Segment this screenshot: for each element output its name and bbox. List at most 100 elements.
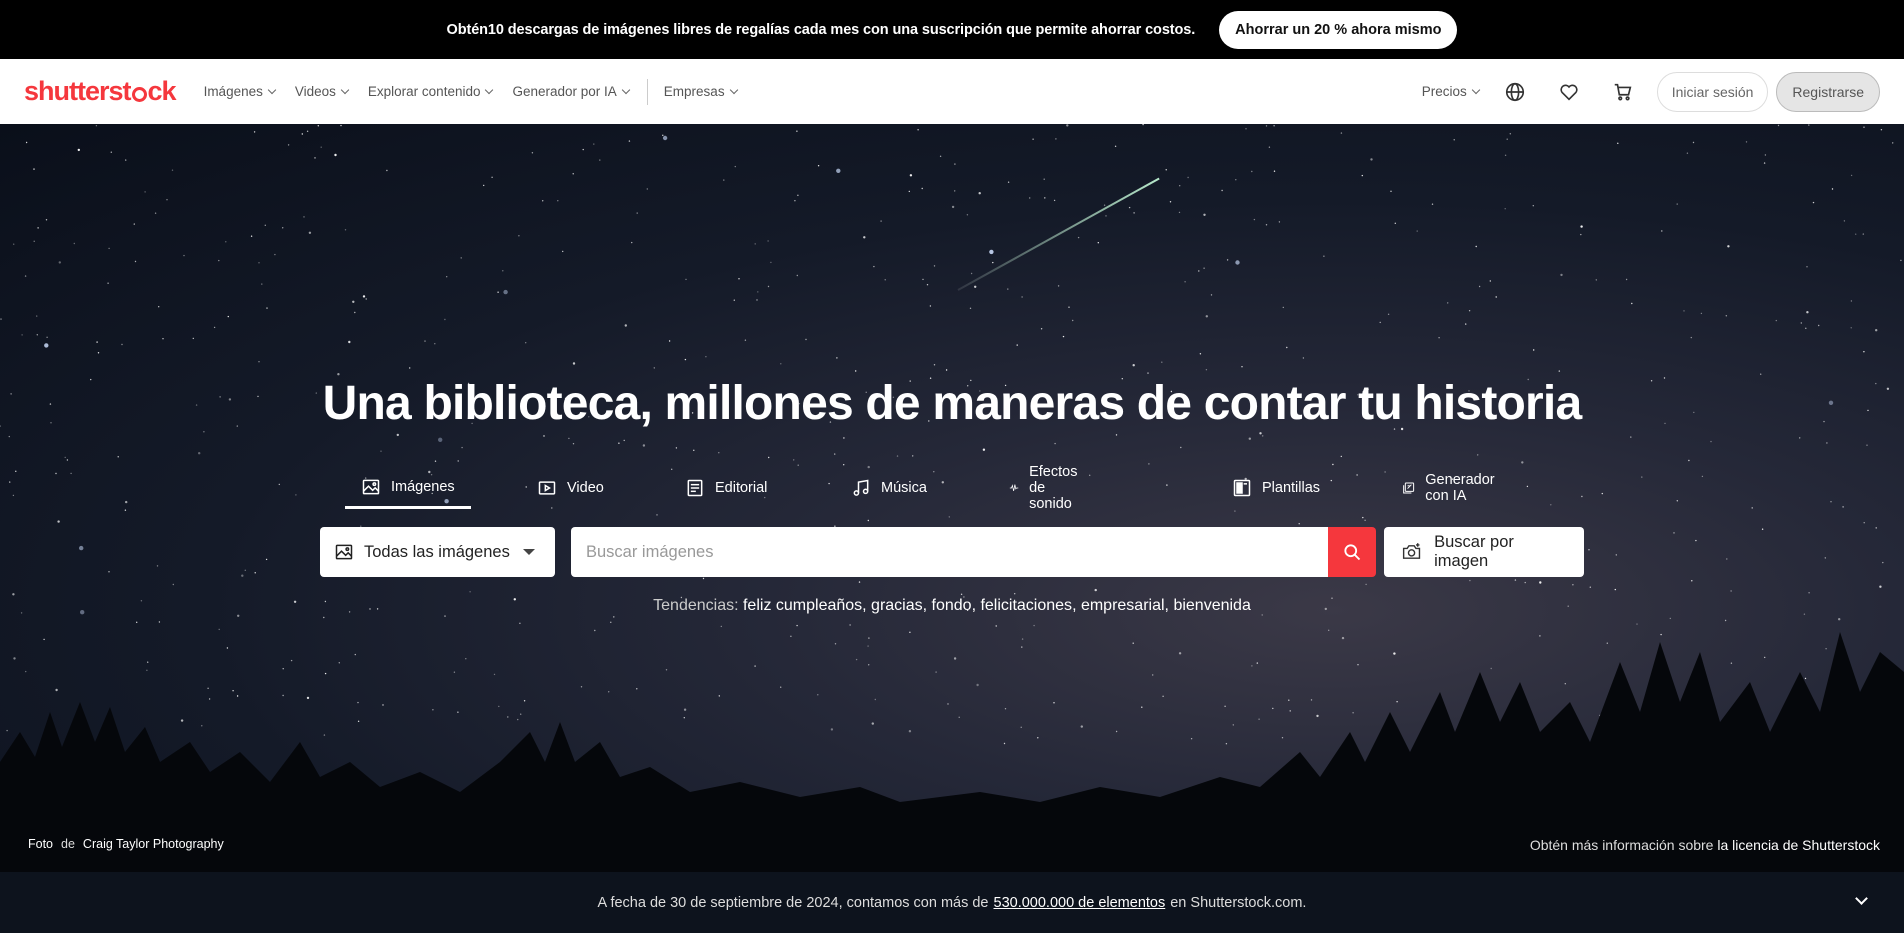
- star: [1690, 336, 1693, 339]
- star: [1323, 255, 1325, 257]
- nav-label: Generador por IA: [512, 84, 617, 99]
- star: [1850, 174, 1853, 177]
- star: [121, 343, 123, 346]
- star: [599, 159, 601, 161]
- star: [308, 231, 312, 234]
- trending-link[interactable]: fondo: [932, 597, 972, 614]
- star: [1365, 583, 1367, 586]
- search-by-image-button[interactable]: Buscar por imagen: [1384, 527, 1584, 577]
- tab-images[interactable]: Imágenes: [345, 467, 471, 509]
- nav-item-ai-generator[interactable]: Generador por IA: [512, 84, 631, 99]
- trending-link[interactable]: bienvenida: [1173, 597, 1250, 614]
- star: [1900, 259, 1902, 262]
- star: [203, 431, 205, 433]
- heart-icon[interactable]: [1557, 80, 1581, 104]
- tab-ai-generator[interactable]: Generador con IA: [1402, 467, 1501, 509]
- star: [685, 278, 687, 281]
- nav-item-videos[interactable]: Videos: [295, 84, 350, 99]
- star: [1161, 361, 1163, 363]
- image-icon: [335, 544, 353, 560]
- star: [33, 168, 35, 170]
- info-text-before: A fecha de 30 de septiembre de 2024, con…: [597, 894, 989, 911]
- star: [738, 278, 740, 280]
- star: [108, 571, 110, 573]
- nav-item-images[interactable]: Imágenes: [204, 84, 277, 99]
- trending-link[interactable]: gracias: [871, 597, 923, 614]
- register-button[interactable]: Registrarse: [1776, 71, 1880, 112]
- star: [843, 464, 845, 466]
- star: [933, 471, 935, 473]
- star: [1148, 463, 1150, 465]
- cart-icon[interactable]: [1611, 80, 1635, 104]
- star: [110, 151, 113, 153]
- star: [1438, 337, 1440, 339]
- star: [0, 318, 2, 320]
- login-button[interactable]: Iniciar sesión: [1656, 71, 1769, 112]
- star: [572, 362, 576, 365]
- tab-music[interactable]: Música: [851, 467, 927, 509]
- star: [631, 241, 633, 244]
- star: [1730, 590, 1732, 592]
- star: [1572, 584, 1574, 586]
- star: [1265, 125, 1268, 127]
- nav-item-business[interactable]: Empresas: [664, 84, 738, 99]
- asset-type-dropdown[interactable]: Todas las imágenes: [320, 527, 555, 577]
- star: [1524, 581, 1526, 584]
- star: [73, 242, 76, 245]
- shutterstock-logo[interactable]: shutterst ck: [24, 76, 177, 107]
- star: [1760, 373, 1762, 375]
- star: [1199, 353, 1202, 355]
- star: [1115, 434, 1118, 436]
- collection-count-link[interactable]: 530.000.000 de elementos: [994, 895, 1166, 911]
- star: [1625, 278, 1628, 281]
- star: [1128, 206, 1131, 209]
- star: [198, 452, 201, 455]
- star: [1105, 215, 1107, 217]
- trending-link[interactable]: feliz cumpleaños: [743, 597, 862, 614]
- star: [1526, 485, 1529, 488]
- tab-editorial[interactable]: Editorial: [685, 467, 767, 509]
- star: [244, 569, 246, 571]
- star: [855, 370, 857, 372]
- nav-item-pricing[interactable]: Precios: [1422, 84, 1480, 99]
- star: [1055, 138, 1057, 140]
- star: [653, 367, 655, 369]
- star: [1614, 588, 1617, 591]
- star: [320, 146, 322, 148]
- star: [1818, 324, 1820, 327]
- star: [593, 143, 595, 145]
- tab-sound-effects[interactable]: Efectos de sonido: [1009, 464, 1087, 512]
- globe-icon[interactable]: [1503, 80, 1527, 104]
- star: [1745, 141, 1748, 143]
- star: [227, 315, 229, 318]
- star: [1725, 315, 1728, 317]
- star: [1805, 327, 1807, 329]
- tab-video[interactable]: Video: [537, 467, 604, 509]
- star: [884, 279, 886, 281]
- star: [1221, 189, 1223, 192]
- star: [992, 261, 994, 264]
- tab-templates[interactable]: Plantillas: [1232, 467, 1320, 509]
- chevron-down-icon[interactable]: [1855, 892, 1868, 905]
- search-input[interactable]: [571, 527, 1328, 577]
- star: [572, 443, 575, 445]
- license-link[interactable]: la licencia de Shutterstock: [1717, 837, 1880, 853]
- star: [1133, 212, 1135, 214]
- star: [834, 453, 836, 455]
- star: [1361, 174, 1364, 177]
- search-button[interactable]: [1328, 527, 1376, 577]
- star: [912, 455, 914, 457]
- star: [254, 572, 256, 574]
- star: [1862, 233, 1865, 235]
- nav-divider: [646, 78, 648, 105]
- star: [154, 212, 157, 214]
- trending-link[interactable]: felicitaciones: [980, 597, 1072, 614]
- credit-author-link[interactable]: Craig Taylor Photography: [83, 837, 224, 851]
- star: [1235, 179, 1237, 181]
- star: [1259, 432, 1262, 435]
- star: [1340, 455, 1343, 458]
- promo-save-button[interactable]: Ahorrar un 20 % ahora mismo: [1219, 10, 1458, 49]
- trending-link[interactable]: empresarial: [1081, 597, 1165, 614]
- nav-item-explore[interactable]: Explorar contenido: [368, 84, 494, 99]
- star: [1184, 281, 1186, 283]
